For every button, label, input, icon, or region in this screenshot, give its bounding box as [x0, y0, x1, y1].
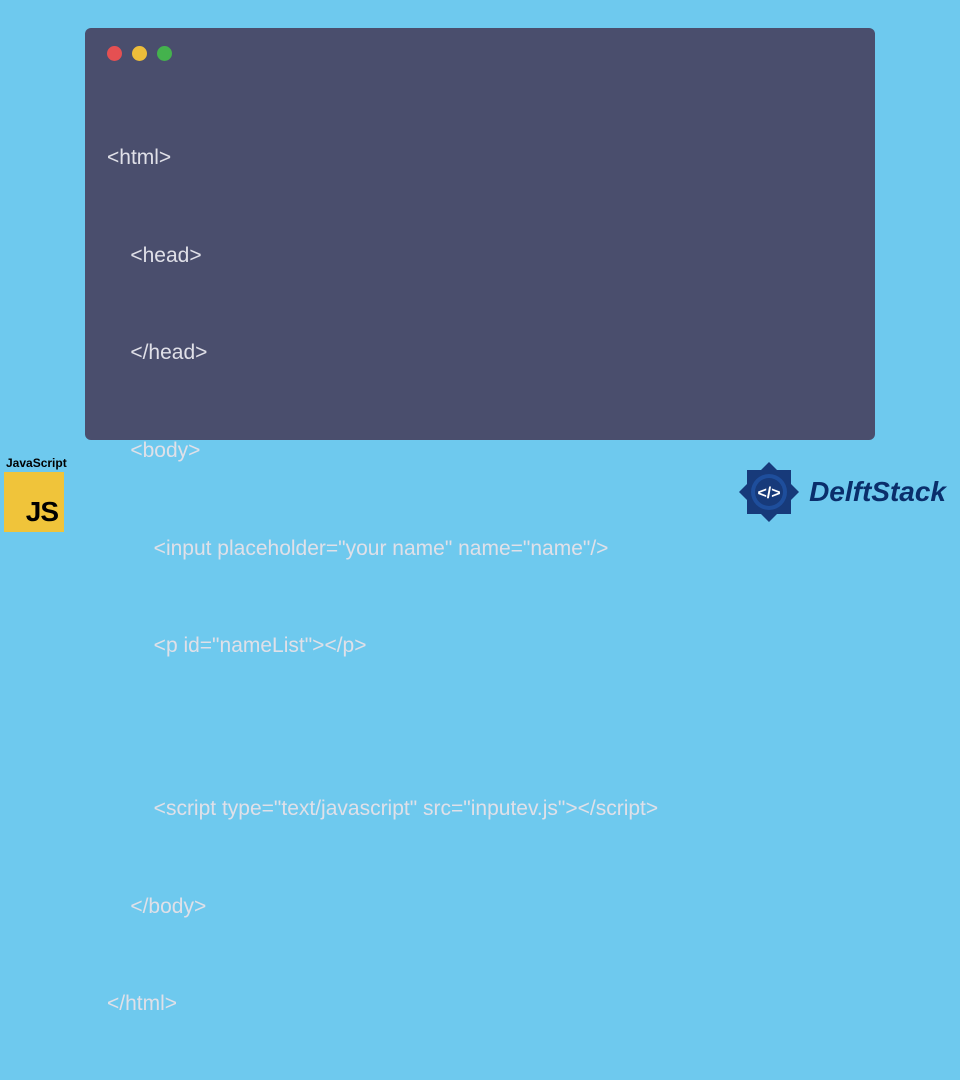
code-line: <script type="text/javascript" src="inpu… [107, 793, 853, 826]
code-line: </html> [107, 988, 853, 1021]
code-line: </head> [107, 337, 853, 370]
code-line: <input placeholder="your name" name="nam… [107, 533, 853, 566]
maximize-icon [157, 46, 172, 61]
code-line: </body> [107, 891, 853, 924]
minimize-icon [132, 46, 147, 61]
code-window: <html> <head> </head> <body> <input plac… [85, 28, 875, 440]
code-content: <html> <head> </head> <body> <input plac… [107, 77, 853, 1080]
delftstack-logo-icon: </> [735, 458, 803, 526]
code-line: <head> [107, 240, 853, 273]
delftstack-brand: </> DelftStack [735, 458, 946, 526]
javascript-icon-text: JS [26, 496, 58, 528]
code-line: <html> [107, 142, 853, 175]
window-controls [107, 46, 853, 61]
code-line: <p id="nameList"></p> [107, 630, 853, 663]
javascript-badge: JavaScript JS [4, 456, 67, 532]
close-icon [107, 46, 122, 61]
javascript-icon: JS [4, 472, 64, 532]
javascript-label: JavaScript [6, 456, 67, 470]
delftstack-label: DelftStack [809, 476, 946, 508]
svg-text:</>: </> [757, 485, 780, 502]
